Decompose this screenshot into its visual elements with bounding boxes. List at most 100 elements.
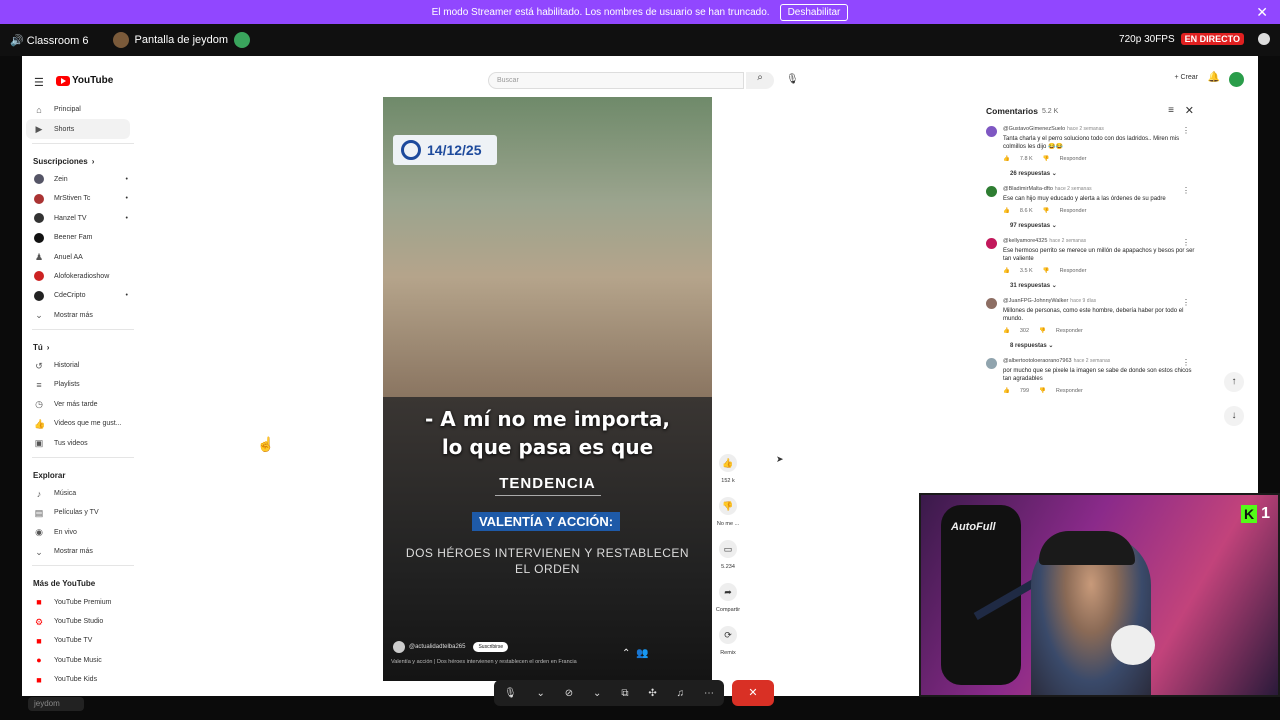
create-button[interactable]: + Crear [1174, 74, 1198, 81]
sidebar-item-label: Shorts [54, 125, 75, 133]
comment-author[interactable]: @kellyamore4325 [1003, 238, 1047, 244]
voice-channel-name[interactable]: 🔊 Classroom 6 [10, 34, 89, 47]
soundboard-icon[interactable]: ♫ [677, 688, 685, 699]
sidebar-item-subscription[interactable]: Alofokeradioshow [22, 267, 134, 286]
avatar[interactable] [986, 238, 997, 249]
replies-toggle[interactable]: 8 respuestas ⌄ [986, 334, 1196, 354]
sidebar-item-premium[interactable]: ■ YouTube Premium [22, 592, 134, 611]
replies-toggle[interactable]: 97 respuestas ⌄ [986, 214, 1196, 234]
comment-author[interactable]: @BladimirMalta-dfto [1003, 186, 1053, 192]
comment-likes: 7.8 K [1019, 156, 1033, 162]
like-icon[interactable]: 👍 [1003, 268, 1010, 274]
reply-button[interactable]: Responder [1060, 208, 1087, 214]
microphone-icon[interactable]: 🎙 [786, 74, 799, 85]
comment-text: Millones de personas, como este hombre, … [1003, 308, 1184, 322]
comment-author[interactable]: @GustavoGimenezSuelo [1003, 126, 1065, 132]
chevron-down-icon[interactable]: ⌄ [537, 688, 545, 699]
comment-author[interactable]: @albertootoloeraorano7963 [1003, 358, 1072, 364]
activities-icon[interactable]: ✣ [648, 688, 656, 699]
viewer-icon[interactable] [1258, 33, 1270, 45]
channel-name[interactable]: @actualidadtelba265 [409, 644, 465, 650]
like-button[interactable]: 👍 152 k [714, 454, 742, 497]
like-icon[interactable]: 👍 [1003, 388, 1010, 394]
like-icon[interactable]: 👍 [1003, 156, 1010, 162]
sidebar-item-tv[interactable]: ■ YouTube TV [22, 631, 134, 650]
avatar[interactable] [1229, 72, 1244, 87]
like-icon[interactable]: 👍 [1003, 208, 1010, 214]
reply-button[interactable]: Responder [1060, 268, 1087, 274]
more-options-icon[interactable]: ⋮ [1182, 186, 1190, 195]
sidebar-item-music[interactable]: ♪ Música [22, 484, 134, 503]
disable-streamer-button[interactable]: Deshabilitar [779, 3, 849, 21]
sidebar-item-kids[interactable]: ■ YouTube Kids [22, 670, 134, 689]
comments-button[interactable]: ▭ 5.234 [714, 540, 742, 583]
like-icon[interactable]: 👍 [1003, 328, 1010, 334]
replies-toggle[interactable]: 31 respuestas ⌄ [986, 274, 1196, 294]
sidebar-item-home[interactable]: ⌂ Principal [22, 100, 134, 119]
sidebar-item-subscription[interactable]: Zein • [22, 170, 134, 189]
search-input[interactable]: Buscar [488, 72, 744, 89]
sidebar-item-subscription[interactable]: ♟ Anuel AA [22, 247, 134, 266]
sidebar-item-your-videos[interactable]: ▣ Tus videos [22, 433, 134, 452]
section-header-subscriptions[interactable]: Suscripciones › [22, 148, 134, 170]
section-header-you[interactable]: Tú › [22, 334, 134, 356]
avatar[interactable] [986, 358, 997, 369]
sidebar-item-show-more[interactable]: ⌄ Mostrar más [22, 306, 134, 325]
menu-icon[interactable]: ☰ [34, 76, 44, 89]
avatar[interactable] [986, 186, 997, 197]
search-icon[interactable]: ⌕ [746, 72, 774, 89]
sidebar-item-watch-later[interactable]: ◷ Ver más tarde [22, 395, 134, 414]
more-options-icon[interactable]: ⋮ [1182, 126, 1190, 135]
dislike-icon[interactable]: 👎 [1039, 388, 1046, 394]
subscribe-button[interactable]: Suscribirse [473, 642, 509, 652]
youtube-logo[interactable]: YouTube [56, 75, 113, 86]
reply-button[interactable]: Responder [1056, 388, 1083, 394]
avatar[interactable] [393, 641, 405, 653]
more-options-icon[interactable]: ⋯ [704, 688, 714, 699]
sidebar-item-history[interactable]: ↺ Historial [22, 356, 134, 375]
dislike-icon[interactable]: 👎 [1043, 156, 1050, 162]
sidebar-item-subscription[interactable]: MrStiven Tc • [22, 189, 134, 208]
arrow-up-icon[interactable]: ↑ [1224, 372, 1244, 392]
sidebar-item-liked[interactable]: 👍 Videos que me gust... [22, 414, 134, 433]
comment-author[interactable]: @JuanFPG-JohnnyWalker [1003, 298, 1068, 304]
microphone-icon[interactable]: 🎙 [504, 688, 517, 699]
reply-button[interactable]: Responder [1060, 156, 1087, 162]
close-icon[interactable]: ✕ [1256, 4, 1268, 21]
dislike-icon[interactable]: 👎 [1043, 208, 1050, 214]
avatar[interactable] [986, 126, 997, 137]
bell-icon[interactable]: 🔔 [1208, 72, 1220, 83]
more-options-icon[interactable]: ⋮ [1182, 358, 1190, 367]
sort-icon[interactable]: ≡ [1168, 105, 1174, 116]
dislike-icon[interactable]: 👎 [1043, 268, 1050, 274]
remix-button[interactable]: ⟳ Remix [714, 626, 742, 669]
dislike-icon[interactable]: 👎 [1039, 328, 1046, 334]
short-video-player[interactable]: 14/12/25 - A mí no me importa, lo que pas… [383, 97, 712, 681]
share-button[interactable]: ➦ Compartir [714, 583, 742, 626]
replies-toggle[interactable]: 26 respuestas ⌄ [986, 162, 1196, 182]
sidebar-item-subscription[interactable]: Hanzel TV • [22, 209, 134, 228]
people-icon[interactable]: 👥 [636, 648, 648, 659]
camera-off-icon[interactable]: ⊘ [565, 688, 573, 699]
reply-button[interactable]: Responder [1056, 328, 1083, 334]
sidebar-item-shorts[interactable]: ▶ Shorts [26, 119, 130, 139]
video-description[interactable]: Valentía y acción | Dos héroes intervien… [391, 659, 577, 665]
sidebar-item-subscription[interactable]: Beener Fam [22, 228, 134, 247]
chevron-up-icon[interactable]: ⌃ [622, 648, 630, 659]
sidebar-item-studio[interactable]: ⚙ YouTube Studio [22, 612, 134, 631]
sidebar-item-movies[interactable]: ▤ Películas y TV [22, 503, 134, 522]
more-options-icon[interactable]: ⋮ [1182, 298, 1190, 307]
arrow-down-icon[interactable]: ↓ [1224, 406, 1244, 426]
sidebar-item-show-more[interactable]: ⌄ Mostrar más [22, 542, 134, 561]
dislike-button[interactable]: 👎 No me ... [714, 497, 742, 540]
sidebar-item-playlists[interactable]: ≡ Playlists [22, 375, 134, 394]
leave-call-button[interactable]: ✕ [732, 680, 774, 706]
more-options-icon[interactable]: ⋮ [1182, 238, 1190, 247]
screen-share-icon[interactable]: ⧉ [621, 688, 628, 699]
close-icon[interactable]: ✕ [1185, 104, 1194, 117]
avatar[interactable] [986, 298, 997, 309]
sidebar-item-subscription[interactable]: CdeCripto • [22, 286, 134, 305]
sidebar-item-music-app[interactable]: ● YouTube Music [22, 651, 134, 670]
sidebar-item-live[interactable]: ◉ En vivo [22, 523, 134, 542]
chevron-down-icon[interactable]: ⌄ [593, 688, 601, 699]
